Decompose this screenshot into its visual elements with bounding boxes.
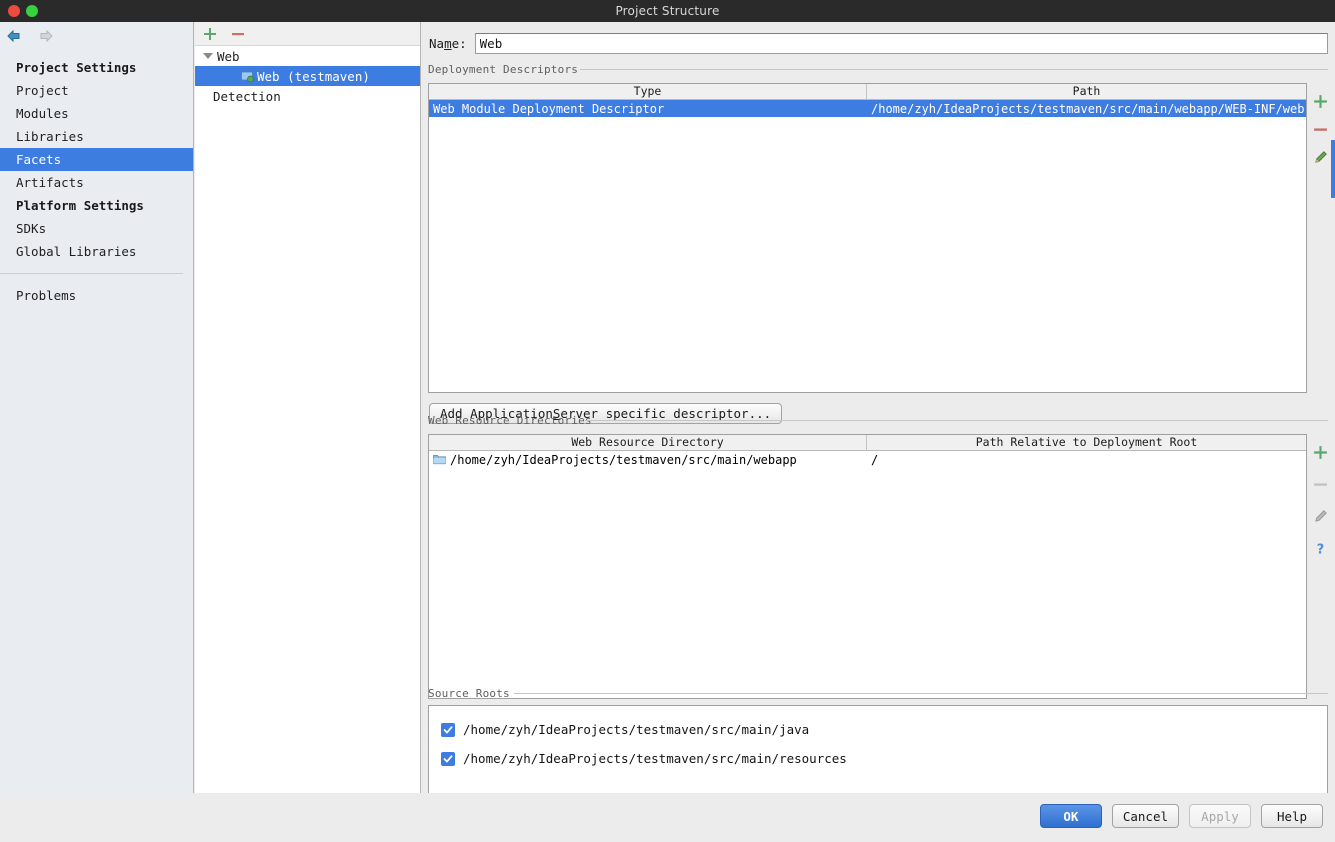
tree-node-label: Detection — [213, 88, 281, 104]
sidebar-item-global-libraries[interactable]: Global Libraries — [0, 240, 193, 263]
web-resource-directories-toolbar: ? — [1310, 443, 1330, 557]
tree-node-web-group[interactable]: Web — [195, 46, 420, 66]
facet-name-input[interactable] — [474, 32, 1328, 54]
source-root-label: /home/zyh/IdeaProjects/testmaven/src/mai… — [463, 722, 810, 737]
table-row[interactable]: Web Module Deployment Descriptor /home/z… — [429, 100, 1306, 117]
sidebar-item-artifacts[interactable]: Artifacts — [0, 171, 193, 194]
source-root-checkbox[interactable] — [441, 722, 455, 737]
edit-descriptor-button[interactable] — [1311, 148, 1329, 166]
cell-descriptor-path: /home/zyh/IdeaProjects/testmaven/src/mai… — [871, 101, 1306, 116]
list-item[interactable]: /home/zyh/IdeaProjects/testmaven/src/mai… — [429, 744, 1327, 773]
sidebar-category-list: Project Settings Project Modules Librari… — [0, 50, 193, 307]
column-header-web-resource-directory[interactable]: Web Resource Directory — [429, 435, 867, 450]
arrow-right-icon — [35, 25, 57, 47]
tree-node-label: Web — [217, 48, 240, 64]
svg-text:?: ? — [1316, 542, 1323, 556]
cell-relative-path: / — [871, 452, 879, 467]
column-header-type[interactable]: Type — [429, 84, 867, 99]
deployment-descriptors-toolbar — [1310, 92, 1330, 166]
close-button[interactable] — [8, 5, 20, 17]
sidebar-divider — [0, 273, 183, 274]
chevron-down-icon[interactable] — [199, 53, 217, 59]
web-resource-directories-table[interactable]: Web Resource Directory Path Relative to … — [428, 434, 1307, 699]
ok-button[interactable]: OK — [1039, 804, 1102, 828]
group-divider — [580, 69, 1328, 70]
source-root-label: /home/zyh/IdeaProjects/testmaven/src/mai… — [463, 751, 847, 766]
maximize-button[interactable] — [26, 5, 38, 17]
dialog-button-group: OK Cancel Apply Help — [1039, 804, 1323, 828]
apply-button: Apply — [1189, 804, 1251, 828]
arrow-left-icon[interactable] — [3, 25, 25, 47]
deployment-descriptors-title: Deployment Descriptors — [428, 63, 579, 76]
facet-detail-panel: Name: Deployment Descriptors Type Path W… — [422, 22, 1335, 800]
remove-facet-button[interactable] — [230, 26, 246, 42]
table-header-row: Web Resource Directory Path Relative to … — [429, 435, 1306, 451]
sidebar-item-sdks[interactable]: SDKs — [0, 217, 193, 240]
sidebar-item-facets[interactable]: Facets — [0, 148, 193, 171]
web-resource-directories-title: Web Resource Directories — [428, 414, 592, 427]
question-icon[interactable]: ? — [1311, 539, 1329, 557]
window-title: Project Structure — [615, 4, 720, 18]
web-facet-icon — [241, 70, 254, 83]
table-row[interactable]: /home/zyh/IdeaProjects/testmaven/src/mai… — [429, 451, 1306, 468]
group-divider — [514, 693, 1328, 694]
remove-descriptor-button[interactable] — [1311, 120, 1329, 138]
sidebar-item-problems[interactable]: Problems — [0, 284, 193, 307]
add-facet-button[interactable] — [202, 26, 218, 42]
cancel-button[interactable]: Cancel — [1111, 804, 1179, 828]
tree-node-label: Web (testmaven) — [257, 68, 370, 84]
window-controls[interactable] — [8, 5, 38, 17]
facets-tree-panel: Web Web (testmaven) Detection — [195, 22, 421, 793]
sidebar-group-project-settings: Project Settings — [16, 60, 137, 75]
sidebar-item-modules[interactable]: Modules — [0, 102, 193, 125]
edit-resource-dir-button — [1311, 507, 1329, 525]
help-button[interactable]: Help — [1261, 804, 1323, 828]
name-label: Name: — [429, 35, 467, 51]
facets-tree-toolbar — [195, 22, 420, 46]
column-header-relative-path[interactable]: Path Relative to Deployment Root — [867, 435, 1306, 450]
sidebar-navigation-bar — [0, 22, 193, 50]
folder-icon — [433, 454, 446, 465]
source-roots-title: Source Roots — [428, 687, 510, 700]
source-root-checkbox[interactable] — [441, 751, 455, 766]
sidebar-item-libraries[interactable]: Libraries — [0, 125, 193, 148]
name-row: Name: — [429, 32, 1328, 54]
tree-node-web-testmaven[interactable]: Web (testmaven) — [195, 66, 420, 86]
sidebar-item-project[interactable]: Project — [0, 79, 193, 102]
add-descriptor-button[interactable] — [1311, 92, 1329, 110]
source-roots-list[interactable]: /home/zyh/IdeaProjects/testmaven/src/mai… — [428, 705, 1328, 800]
tree-node-detection[interactable]: Detection — [195, 86, 420, 106]
window-titlebar: Project Structure — [0, 0, 1335, 22]
list-item[interactable]: /home/zyh/IdeaProjects/testmaven/src/mai… — [429, 715, 1327, 744]
dialog-footer: OK Cancel Apply Help — [0, 793, 1335, 842]
remove-resource-dir-button — [1311, 475, 1329, 493]
add-resource-dir-button[interactable] — [1311, 443, 1329, 461]
deployment-descriptors-table[interactable]: Type Path Web Module Deployment Descript… — [428, 83, 1307, 393]
resource-directory-path: /home/zyh/IdeaProjects/testmaven/src/mai… — [450, 452, 797, 467]
settings-sidebar: Project Settings Project Modules Librari… — [0, 22, 194, 793]
vertical-scrollbar-thumb[interactable] — [1331, 140, 1335, 198]
group-divider — [585, 420, 1328, 421]
sidebar-group-platform-settings: Platform Settings — [16, 198, 144, 213]
table-header-row: Type Path — [429, 84, 1306, 100]
column-header-path[interactable]: Path — [867, 84, 1306, 99]
cell-descriptor-type: Web Module Deployment Descriptor — [433, 101, 665, 116]
cell-resource-directory: /home/zyh/IdeaProjects/testmaven/src/mai… — [429, 453, 867, 467]
